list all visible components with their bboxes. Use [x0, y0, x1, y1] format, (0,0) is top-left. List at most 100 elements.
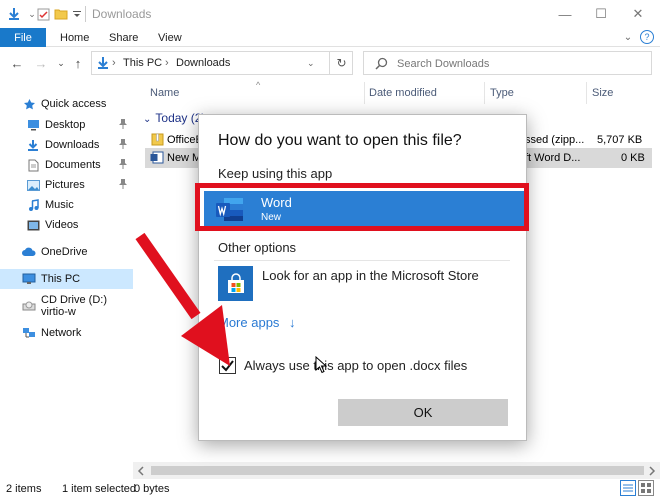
window-title: Downloads — [92, 7, 152, 21]
nav-pictures[interactable]: Pictures — [0, 175, 133, 195]
close-button[interactable]: ✕ — [620, 0, 656, 28]
nav-desktop[interactable]: Desktop — [0, 115, 133, 135]
title-bar: ⌄ Downloads — ☐ ✕ — [0, 0, 660, 28]
pin-icon — [119, 139, 127, 151]
word-document-icon — [150, 151, 164, 167]
column-header-name[interactable]: Name — [150, 87, 179, 99]
forward-button[interactable]: → — [32, 54, 50, 72]
horizontal-scrollbar[interactable] — [133, 462, 660, 479]
cloud-icon — [22, 245, 36, 259]
always-use-label[interactable]: Always use this app to open .docx files — [244, 358, 467, 373]
mouse-cursor-icon — [315, 356, 327, 374]
nav-label: Music — [45, 199, 74, 211]
nav-music[interactable]: Music — [0, 195, 133, 215]
details-view-button[interactable] — [620, 480, 636, 496]
microsoft-store-icon[interactable] — [218, 266, 253, 301]
customize-toolbar-icon[interactable] — [69, 6, 85, 22]
nav-this-pc[interactable]: This PC — [0, 269, 133, 289]
file-type: ssed (zipp... — [525, 134, 585, 146]
scrollbar-thumb[interactable] — [151, 466, 644, 475]
address-dropdown-button[interactable]: ⌄ — [307, 58, 315, 69]
videos-icon — [26, 218, 40, 232]
cd-drive-icon — [22, 299, 36, 313]
sort-indicator: ^ — [256, 80, 261, 90]
column-divider[interactable] — [364, 82, 365, 104]
up-button[interactable]: ↑ — [69, 54, 87, 72]
group-header-today[interactable]: ⌄ Today (2) — [143, 111, 205, 125]
nav-label: Pictures — [45, 179, 85, 191]
tab-home[interactable]: Home — [60, 28, 89, 47]
nav-label: Videos — [45, 219, 79, 231]
column-divider[interactable] — [484, 82, 485, 104]
zip-folder-icon — [151, 133, 164, 149]
nav-cd-drive[interactable]: CD Drive (D:) virtio-w — [0, 294, 133, 318]
expand-ribbon-icon[interactable]: ⌄ — [621, 30, 635, 44]
breadcrumb-separator: › — [112, 57, 116, 69]
nav-onedrive[interactable]: OneDrive — [0, 242, 133, 262]
column-header-size[interactable]: Size — [592, 87, 613, 99]
address-bar[interactable]: › This PC › Downloads ⌄ — [91, 51, 353, 75]
properties-icon[interactable] — [35, 6, 51, 22]
search-input[interactable]: Search Downloads — [397, 58, 489, 70]
nav-label: Documents — [45, 159, 101, 171]
recent-locations-button[interactable]: ⌄ — [52, 54, 70, 72]
pin-icon — [119, 119, 127, 131]
status-bar: 2 items 1 item selected 0 bytes — [0, 481, 660, 498]
breadcrumb-this-pc[interactable]: This PC — [123, 57, 162, 69]
star-icon — [22, 97, 36, 111]
more-apps-label: More apps — [218, 315, 280, 330]
nav-label: Desktop — [45, 119, 86, 131]
column-header-date-modified[interactable]: Date modified — [369, 87, 437, 99]
nav-documents[interactable]: Documents — [0, 155, 133, 175]
back-button[interactable]: ← — [8, 54, 26, 72]
help-icon[interactable]: ? — [640, 30, 654, 44]
nav-quick-access[interactable]: Quick access — [0, 94, 133, 114]
keep-using-label: Keep using this app — [218, 166, 333, 181]
column-header-type[interactable]: Type — [490, 87, 514, 99]
pictures-icon — [26, 178, 40, 192]
maximize-button[interactable]: ☐ — [583, 0, 619, 28]
new-folder-icon[interactable] — [53, 6, 69, 22]
selection-info: 1 item selected — [62, 483, 136, 495]
nav-label: CD Drive (D:) virtio-w — [41, 294, 107, 318]
pin-icon — [119, 179, 127, 191]
nav-label: OneDrive — [41, 246, 88, 258]
scroll-right-icon[interactable] — [648, 465, 656, 479]
ok-button[interactable]: OK — [338, 399, 508, 426]
column-divider[interactable] — [586, 82, 587, 104]
search-icon — [375, 57, 388, 73]
large-icons-view-button[interactable] — [638, 480, 654, 496]
checkmark-icon — [221, 360, 234, 372]
item-count: 2 items — [6, 483, 42, 495]
nav-downloads[interactable]: Downloads — [0, 135, 133, 155]
minimize-button[interactable]: — — [547, 0, 583, 28]
download-icon — [96, 56, 110, 73]
always-use-checkbox[interactable] — [219, 357, 236, 374]
divider — [85, 6, 86, 22]
details-view-icon — [623, 484, 633, 492]
store-option-label[interactable]: Look for an app in the Microsoft Store — [262, 268, 479, 283]
tab-share[interactable]: Share — [109, 28, 138, 47]
breadcrumb-downloads[interactable]: Downloads — [176, 57, 230, 69]
chevron-down-icon: ⌄ — [143, 114, 152, 125]
download-icon[interactable] — [6, 6, 22, 22]
computer-icon — [22, 272, 36, 286]
nav-videos[interactable]: Videos — [0, 215, 133, 235]
tab-view[interactable]: View — [158, 28, 182, 47]
file-name: New M — [167, 152, 202, 164]
nav-label: Downloads — [45, 139, 100, 151]
tab-file[interactable]: File — [0, 28, 46, 47]
open-with-dialog: How do you want to open this file? Keep … — [198, 114, 527, 441]
more-apps-link[interactable]: More apps ↓ — [218, 315, 296, 330]
scroll-left-icon[interactable] — [137, 465, 145, 479]
nav-label: Network — [41, 327, 82, 339]
network-icon — [22, 326, 36, 340]
large-icons-icon — [641, 483, 651, 493]
search-box[interactable]: Search Downloads — [363, 51, 652, 75]
music-icon — [26, 198, 40, 212]
dialog-title: How do you want to open this file? — [218, 132, 462, 149]
nav-label: Quick access — [41, 98, 107, 110]
breadcrumb-separator: › — [165, 57, 169, 69]
refresh-button[interactable]: ↻ — [329, 51, 353, 75]
nav-network[interactable]: Network — [0, 323, 133, 343]
